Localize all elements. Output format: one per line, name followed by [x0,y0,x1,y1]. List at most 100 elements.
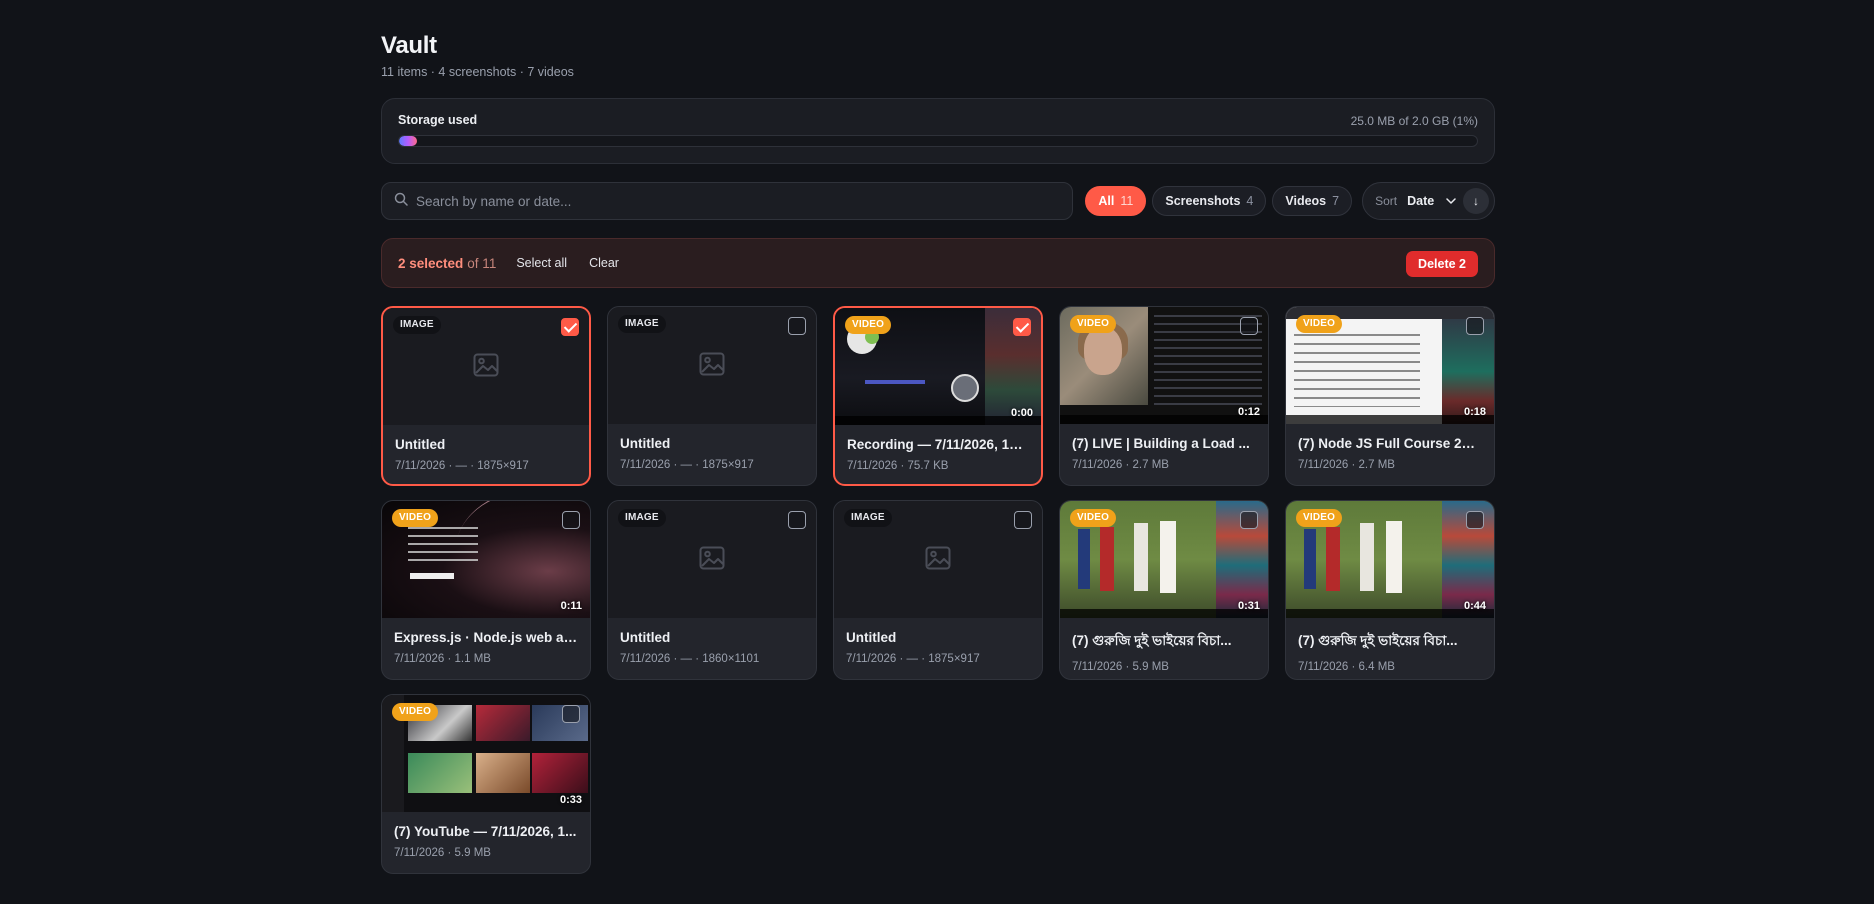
storage-label: Storage used [398,113,478,127]
select-checkbox[interactable] [562,705,580,723]
media-card[interactable]: VIDEO 0:00 Recording — 7/11/2026, 12:... 7/… [833,306,1043,486]
search-icon [394,192,408,211]
type-badge: IMAGE [393,316,441,334]
media-card[interactable]: VIDEO 0:33 (7) YouTube — 7/11/2026, 1... 7/… [381,694,591,874]
image-icon [925,546,951,575]
duration-label: 0:12 [1237,406,1260,418]
media-card[interactable]: IMAGE Untitled 7/11/2026 · — · 1860×1101 [607,500,817,680]
video-thumbnail[interactable]: VIDEO 0:31 [1060,501,1268,618]
video-thumbnail[interactable]: VIDEO 0:33 [382,695,590,812]
filter-chips: All 11 Screenshots 4 Videos 7 [1085,186,1353,216]
card-body: (7) গুরুজি দুই ভাইয়ের বিচা... 7/11/2026 … [1060,618,1268,673]
storage-panel: Storage used 25.0 MB of 2.0 GB (1%) [381,98,1495,164]
video-thumbnail[interactable]: VIDEO 0:12 [1060,307,1268,424]
filter-chip-screenshots[interactable]: Screenshots 4 [1152,186,1267,216]
card-meta: 7/11/2026 · 75.7 KB [847,460,949,472]
card-body: Untitled 7/11/2026 · — · 1875×917 [608,424,816,471]
card-meta: 7/11/2026 · 5.9 MB [394,847,491,859]
select-checkbox[interactable] [562,511,580,529]
media-card[interactable]: IMAGE Untitled 7/11/2026 · — · 1875×917 [381,306,591,486]
select-checkbox[interactable] [1013,318,1031,336]
filter-chip-label: Screenshots [1165,194,1241,208]
media-card[interactable]: VIDEO 0:31 (7) গুরুজি দুই ভাইয়ের বিচা... 7… [1059,500,1269,680]
sort-control[interactable]: Sort Date ↓ [1362,182,1495,220]
chevron-down-icon[interactable] [1446,198,1456,204]
type-badge: VIDEO [392,703,439,721]
video-thumbnail[interactable]: VIDEO 0:44 [1286,501,1494,618]
duration-label: 0:00 [1010,407,1033,419]
video-thumbnail[interactable]: VIDEO 0:00 [835,308,1041,425]
card-body: Recording — 7/11/2026, 12:... 7/11/2026 ·… [835,425,1041,472]
media-card[interactable]: VIDEO 0:44 (7) গুরুজি দুই ভাইয়ের বিচা... 7… [1285,500,1495,680]
card-title: Untitled [846,630,897,645]
select-checkbox[interactable] [1014,511,1032,529]
sort-direction-button[interactable]: ↓ [1463,188,1489,214]
storage-bar [398,135,1478,147]
filter-chip-count: 4 [1246,194,1254,208]
filter-chip-label: Videos [1285,194,1327,208]
media-grid: IMAGE Untitled 7/11/2026 · — · 1875×917 IMA… [381,306,1495,874]
media-card[interactable]: VIDEO 0:18 (7) Node JS Full Course 202... 7… [1285,306,1495,486]
select-all-button[interactable]: Select all [516,256,567,270]
media-card[interactable]: IMAGE Untitled 7/11/2026 · — · 1875×917 [833,500,1043,680]
selection-bar: 2 selected of 11 Select all Clear Delete… [381,238,1495,288]
vault-page: Vault 11 items · 4 screenshots · 7 video… [381,30,1495,874]
image-thumbnail[interactable]: IMAGE [383,308,589,425]
card-body: (7) YouTube — 7/11/2026, 1... 7/11/2026 ·… [382,812,590,859]
type-badge: VIDEO [1070,315,1117,333]
card-body: Untitled 7/11/2026 · — · 1875×917 [383,425,589,472]
card-title: Untitled [395,437,446,452]
image-thumbnail[interactable]: IMAGE [608,307,816,424]
card-title: (7) গুরুজি দুই ভাইয়ের বিচা... [1298,633,1458,648]
select-checkbox[interactable] [788,317,806,335]
card-meta: 7/11/2026 · 1.1 MB [394,653,491,665]
filter-chip-label: All [1098,194,1115,208]
card-body: Express.js · Node.js web ap... 7/11/2026 … [382,618,590,665]
type-badge: VIDEO [845,316,892,334]
image-icon [473,353,499,382]
duration-label: 0:44 [1463,600,1486,612]
video-thumbnail[interactable]: VIDEO 0:11 [382,501,590,618]
image-thumbnail[interactable]: IMAGE [834,501,1042,618]
card-meta: 7/11/2026 · 2.7 MB [1298,459,1395,471]
type-badge: VIDEO [1296,315,1343,333]
select-checkbox[interactable] [1240,317,1258,335]
card-meta: 7/11/2026 · 5.9 MB [1072,661,1169,673]
duration-label: 0:11 [560,600,582,612]
image-thumbnail[interactable]: IMAGE [608,501,816,618]
delete-button[interactable]: Delete 2 [1406,251,1478,277]
select-checkbox[interactable] [561,318,579,336]
select-checkbox[interactable] [1466,317,1484,335]
media-card[interactable]: VIDEO 0:11 Express.js · Node.js web ap... 7… [381,500,591,680]
card-meta: 7/11/2026 · — · 1875×917 [620,459,754,471]
filter-chip-count: 7 [1332,194,1340,208]
card-meta: 7/11/2026 · — · 1875×917 [846,653,980,665]
select-checkbox[interactable] [1240,511,1258,529]
sort-select[interactable]: Date [1407,194,1434,208]
type-badge: VIDEO [1296,509,1343,527]
search-box[interactable] [381,182,1074,220]
card-body: (7) Node JS Full Course 202... 7/11/2026 … [1286,424,1494,471]
media-card[interactable]: IMAGE Untitled 7/11/2026 · — · 1875×917 [607,306,817,486]
search-input[interactable] [416,193,1073,209]
card-body: Untitled 7/11/2026 · — · 1875×917 [834,618,1042,665]
select-checkbox[interactable] [1466,511,1484,529]
card-meta: 7/11/2026 · 2.7 MB [1072,459,1169,471]
card-title: Untitled [620,436,671,451]
media-card[interactable]: VIDEO 0:12 (7) LIVE | Building a Load ... 7… [1059,306,1269,486]
selection-total: of 11 [467,255,497,271]
card-meta: 7/11/2026 · — · 1860×1101 [620,653,760,665]
toolbar: All 11 Screenshots 4 Videos 7 Sort Date ↓ [381,182,1495,220]
card-body: Untitled 7/11/2026 · — · 1860×1101 [608,618,816,665]
card-title: (7) গুরুজি দুই ভাইয়ের বিচা... [1072,633,1232,648]
sort-label: Sort [1375,194,1398,208]
card-meta: 7/11/2026 · 6.4 MB [1298,661,1395,673]
video-thumbnail[interactable]: VIDEO 0:18 [1286,307,1494,424]
filter-chip-videos[interactable]: Videos 7 [1272,186,1353,216]
duration-label: 0:33 [559,794,582,806]
card-meta: 7/11/2026 · — · 1875×917 [395,460,529,472]
clear-button[interactable]: Clear [589,256,619,270]
page-title: Vault [381,32,437,59]
select-checkbox[interactable] [788,511,806,529]
filter-chip-all[interactable]: All 11 [1085,186,1147,216]
